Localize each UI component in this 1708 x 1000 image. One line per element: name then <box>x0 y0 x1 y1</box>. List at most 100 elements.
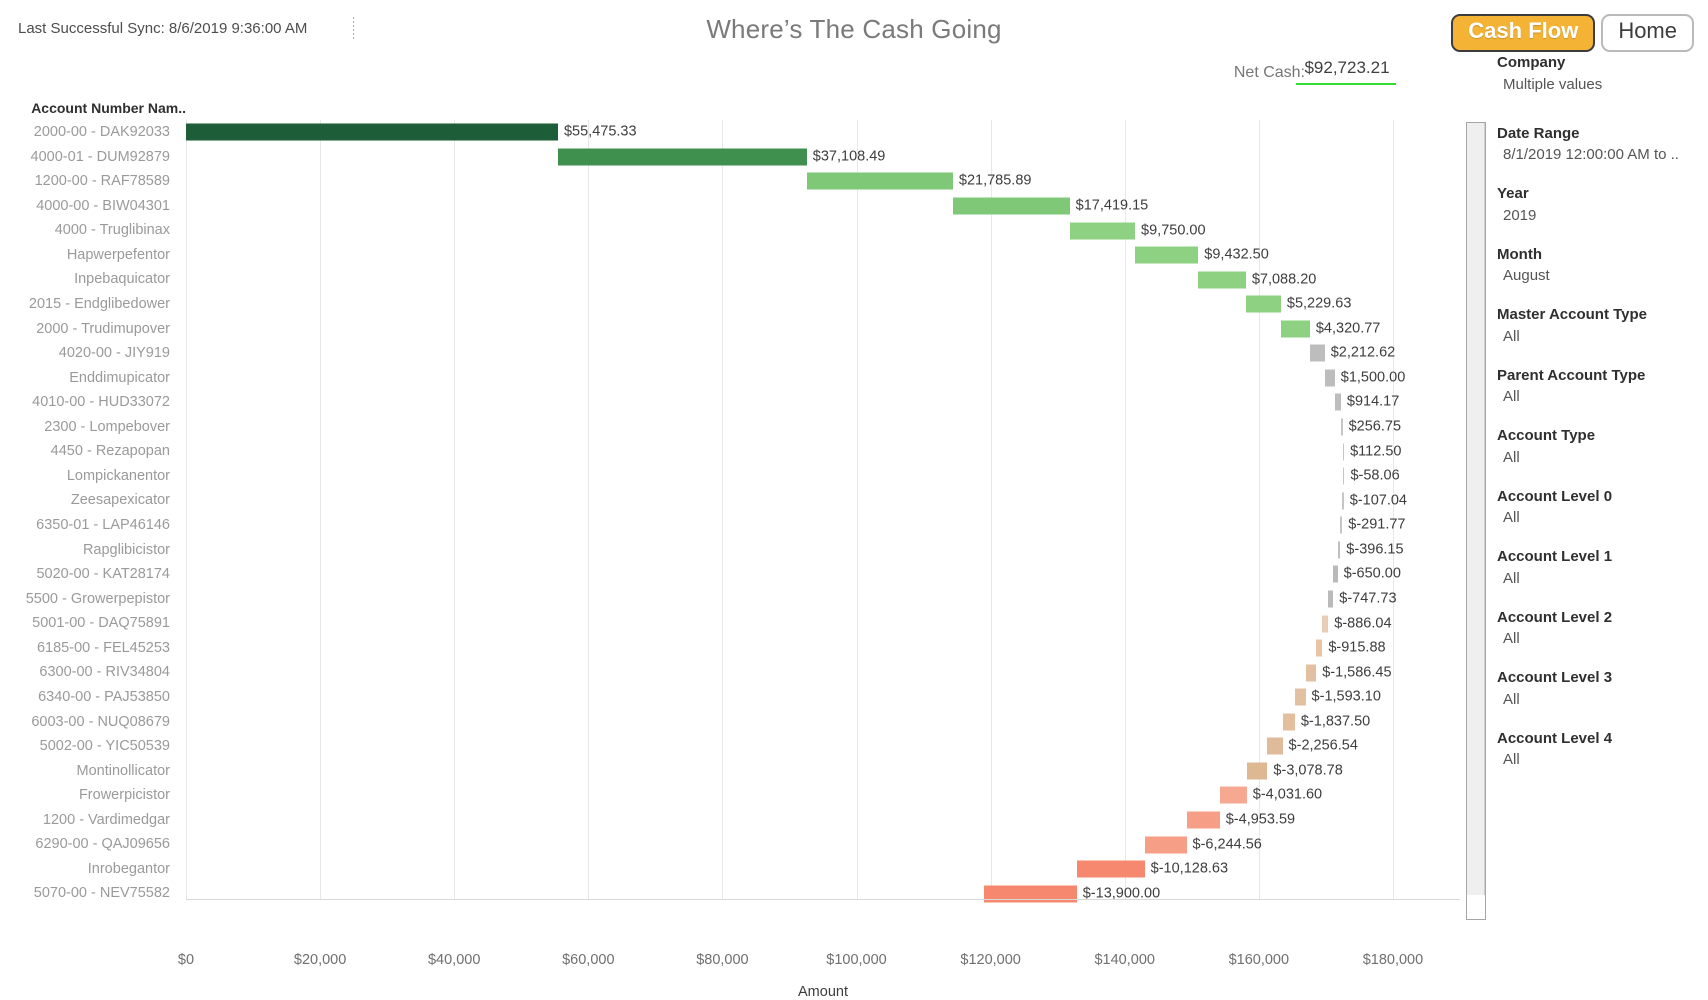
waterfall-bar[interactable] <box>1144 836 1187 854</box>
filter-master-account-type[interactable]: Master Account Type All <box>1497 304 1702 348</box>
filter-account-type[interactable]: Account Type All <box>1497 425 1702 469</box>
bar-row[interactable]: 5002-00 - YIC50539 $-2,256.54 <box>40 734 1460 759</box>
waterfall-bar[interactable] <box>1069 222 1136 240</box>
y-axis-label: Hapwerpefentor <box>66 246 170 263</box>
bar-row[interactable]: Inrobegantor $-10,128.63 <box>88 857 1460 882</box>
bar-row[interactable]: Rapglibicistor $-396.15 <box>83 538 1460 563</box>
bar-row[interactable]: 2300 - Lompebover $256.75 <box>44 415 1460 440</box>
x-axis-tick-label: $20,000 <box>293 952 347 968</box>
filter-month[interactable]: Month August <box>1497 244 1702 288</box>
filter-parent-account-type[interactable]: Parent Account Type All <box>1497 365 1702 409</box>
bar-row[interactable]: 5070-00 - NEV75582 $-13,900.00 <box>34 881 1460 906</box>
bar-value-label: $17,419.15 <box>1075 197 1149 214</box>
bar-row[interactable]: 2000 - Trudimupover $4,320.77 <box>36 317 1460 342</box>
waterfall-bar[interactable] <box>557 148 807 166</box>
bar-row[interactable]: 4000-01 - DUM92879 $37,108.49 <box>31 145 1460 170</box>
waterfall-bar[interactable] <box>1340 418 1343 436</box>
waterfall-bar[interactable] <box>1309 344 1325 362</box>
waterfall-bar[interactable] <box>1076 860 1145 878</box>
bar-row[interactable]: 6003-00 - NUQ08679 $-1,837.50 <box>31 710 1460 735</box>
bar-row[interactable]: Enddimupicator $1,500.00 <box>69 366 1460 391</box>
waterfall-bar[interactable] <box>1316 639 1323 657</box>
bar-row[interactable]: 5001-00 - DAQ75891 $-886.04 <box>32 611 1460 636</box>
bar-row[interactable]: 2015 - Endglibedower $5,229.63 <box>29 292 1460 317</box>
filter-account-level-2[interactable]: Account Level 2 All <box>1497 607 1702 651</box>
tab-home[interactable]: Home <box>1601 14 1694 52</box>
bar-row[interactable]: 6340-00 - PAJ53850 $-1,593.10 <box>38 685 1460 710</box>
bar-row[interactable]: 5500 - Growerpepistor $-747.73 <box>26 587 1460 612</box>
filter-list: Date Range 8/1/2019 12:00:00 AM to .. Year… <box>1497 123 1702 772</box>
bar-value-label: $-3,078.78 <box>1273 762 1343 779</box>
filter-company[interactable]: Company Multiple values <box>1497 52 1702 96</box>
waterfall-bar[interactable] <box>1186 811 1220 829</box>
bar-row[interactable]: Montinollicator $-3,078.78 <box>77 759 1460 784</box>
waterfall-bar[interactable] <box>1246 762 1268 780</box>
y-axis-label: 4000 - Truglibinax <box>54 222 170 239</box>
filter-date-range[interactable]: Date Range 8/1/2019 12:00:00 AM to .. <box>1497 123 1702 167</box>
filter-value: All <box>1503 569 1520 587</box>
bar-row[interactable]: 2000-00 - DAK92033 $55,475.33 <box>34 120 1460 145</box>
bar-row[interactable]: 4020-00 - JIY919 $2,212.62 <box>59 341 1460 366</box>
waterfall-bar[interactable] <box>1333 565 1338 583</box>
nav-button-group: Cash Flow Home <box>1451 14 1694 52</box>
bar-row[interactable]: 4010-00 - HUD33072 $914.17 <box>32 390 1460 415</box>
waterfall-bar[interactable] <box>1198 271 1246 289</box>
bar-row[interactable]: 1200 - Vardimedgar $-4,953.59 <box>43 808 1460 833</box>
bar-row[interactable]: 6185-00 - FEL45253 $-915.88 <box>37 636 1460 661</box>
bar-row[interactable]: 6290-00 - QAJ09656 $-6,244.56 <box>35 832 1460 857</box>
y-axis-label: 5001-00 - DAQ75891 <box>32 615 170 632</box>
filter-account-level-1[interactable]: Account Level 1 All <box>1497 546 1702 590</box>
y-axis-label: 4020-00 - JIY919 <box>58 345 170 362</box>
waterfall-bar[interactable] <box>1342 443 1345 461</box>
bar-row[interactable]: 4000-00 - BIW04301 $17,419.15 <box>36 194 1460 219</box>
filter-title: Year <box>1497 185 1529 202</box>
waterfall-bar[interactable] <box>1328 590 1334 608</box>
tab-cash-flow[interactable]: Cash Flow <box>1451 14 1596 52</box>
bar-row[interactable]: 6350-01 - LAP46146 $-291.77 <box>36 513 1460 538</box>
waterfall-bar[interactable] <box>1340 516 1343 534</box>
bar-row[interactable]: 4000 - Truglibinax $9,750.00 <box>55 218 1460 243</box>
bar-row[interactable]: 6300-00 - RIV34804 $-1,586.45 <box>39 660 1460 685</box>
waterfall-bar[interactable] <box>1267 737 1283 755</box>
bar-row[interactable]: 1200-00 - RAF78589 $21,785.89 <box>35 169 1460 194</box>
y-axis-label: Rapglibicistor <box>82 541 170 558</box>
bar-row[interactable]: Hapwerpefentor $9,432.50 <box>67 243 1460 268</box>
filter-account-level-3[interactable]: Account Level 3 All <box>1497 667 1702 711</box>
y-axis-label: 2300 - Lompebover <box>44 418 170 435</box>
waterfall-bar[interactable] <box>1245 295 1281 313</box>
waterfall-bar[interactable] <box>1337 541 1341 559</box>
x-axis-tick-label: $140,000 <box>1094 952 1155 968</box>
waterfall-bar[interactable] <box>1342 492 1344 510</box>
waterfall-bar[interactable] <box>1322 615 1329 633</box>
filter-account-level-4[interactable]: Account Level 4 All <box>1497 728 1702 772</box>
waterfall-bar[interactable] <box>1294 688 1306 706</box>
waterfall-bar[interactable] <box>1135 246 1199 264</box>
bar-row[interactable]: Frowerpicistor $-4,031.60 <box>79 783 1460 808</box>
x-axis-line <box>186 899 1460 900</box>
waterfall-bar[interactable] <box>1334 393 1341 411</box>
filter-scrollbar-thumb[interactable] <box>1467 123 1485 895</box>
waterfall-bar[interactable] <box>806 172 953 190</box>
waterfall-bar[interactable] <box>186 123 558 141</box>
net-cash-kpi: $92,723.21 <box>1296 58 1398 85</box>
waterfall-bar[interactable] <box>1282 713 1295 731</box>
waterfall-bar[interactable] <box>1219 786 1247 804</box>
filter-account-level-0[interactable]: Account Level 0 All <box>1497 486 1702 530</box>
bar-row[interactable]: 5020-00 - KAT28174 $-650.00 <box>36 562 1460 587</box>
filter-year[interactable]: Year 2019 <box>1497 183 1702 227</box>
waterfall-bar[interactable] <box>1280 320 1310 338</box>
waterfall-bar[interactable] <box>1305 664 1317 682</box>
bar-row[interactable]: Inpebaquicator $7,088.20 <box>74 267 1460 292</box>
waterfall-bar[interactable] <box>1342 467 1345 485</box>
bar-row[interactable]: 4450 - Rezapopan $112.50 <box>51 439 1460 464</box>
filter-title: Account Level 4 <box>1497 729 1613 747</box>
waterfall-bar[interactable] <box>952 197 1070 215</box>
bar-value-label: $-2,256.54 <box>1288 738 1358 755</box>
bar-value-label: $-915.88 <box>1328 639 1386 656</box>
waterfall-bar[interactable] <box>1324 369 1335 387</box>
filter-title: Date Range <box>1497 124 1580 142</box>
filter-scrollbar[interactable] <box>1466 122 1486 920</box>
bar-row[interactable]: Zeesapexicator $-107.04 <box>71 488 1460 513</box>
bar-row[interactable]: Lompickanentor $-58.06 <box>67 464 1460 489</box>
bar-value-label: $-10,128.63 <box>1150 860 1229 877</box>
